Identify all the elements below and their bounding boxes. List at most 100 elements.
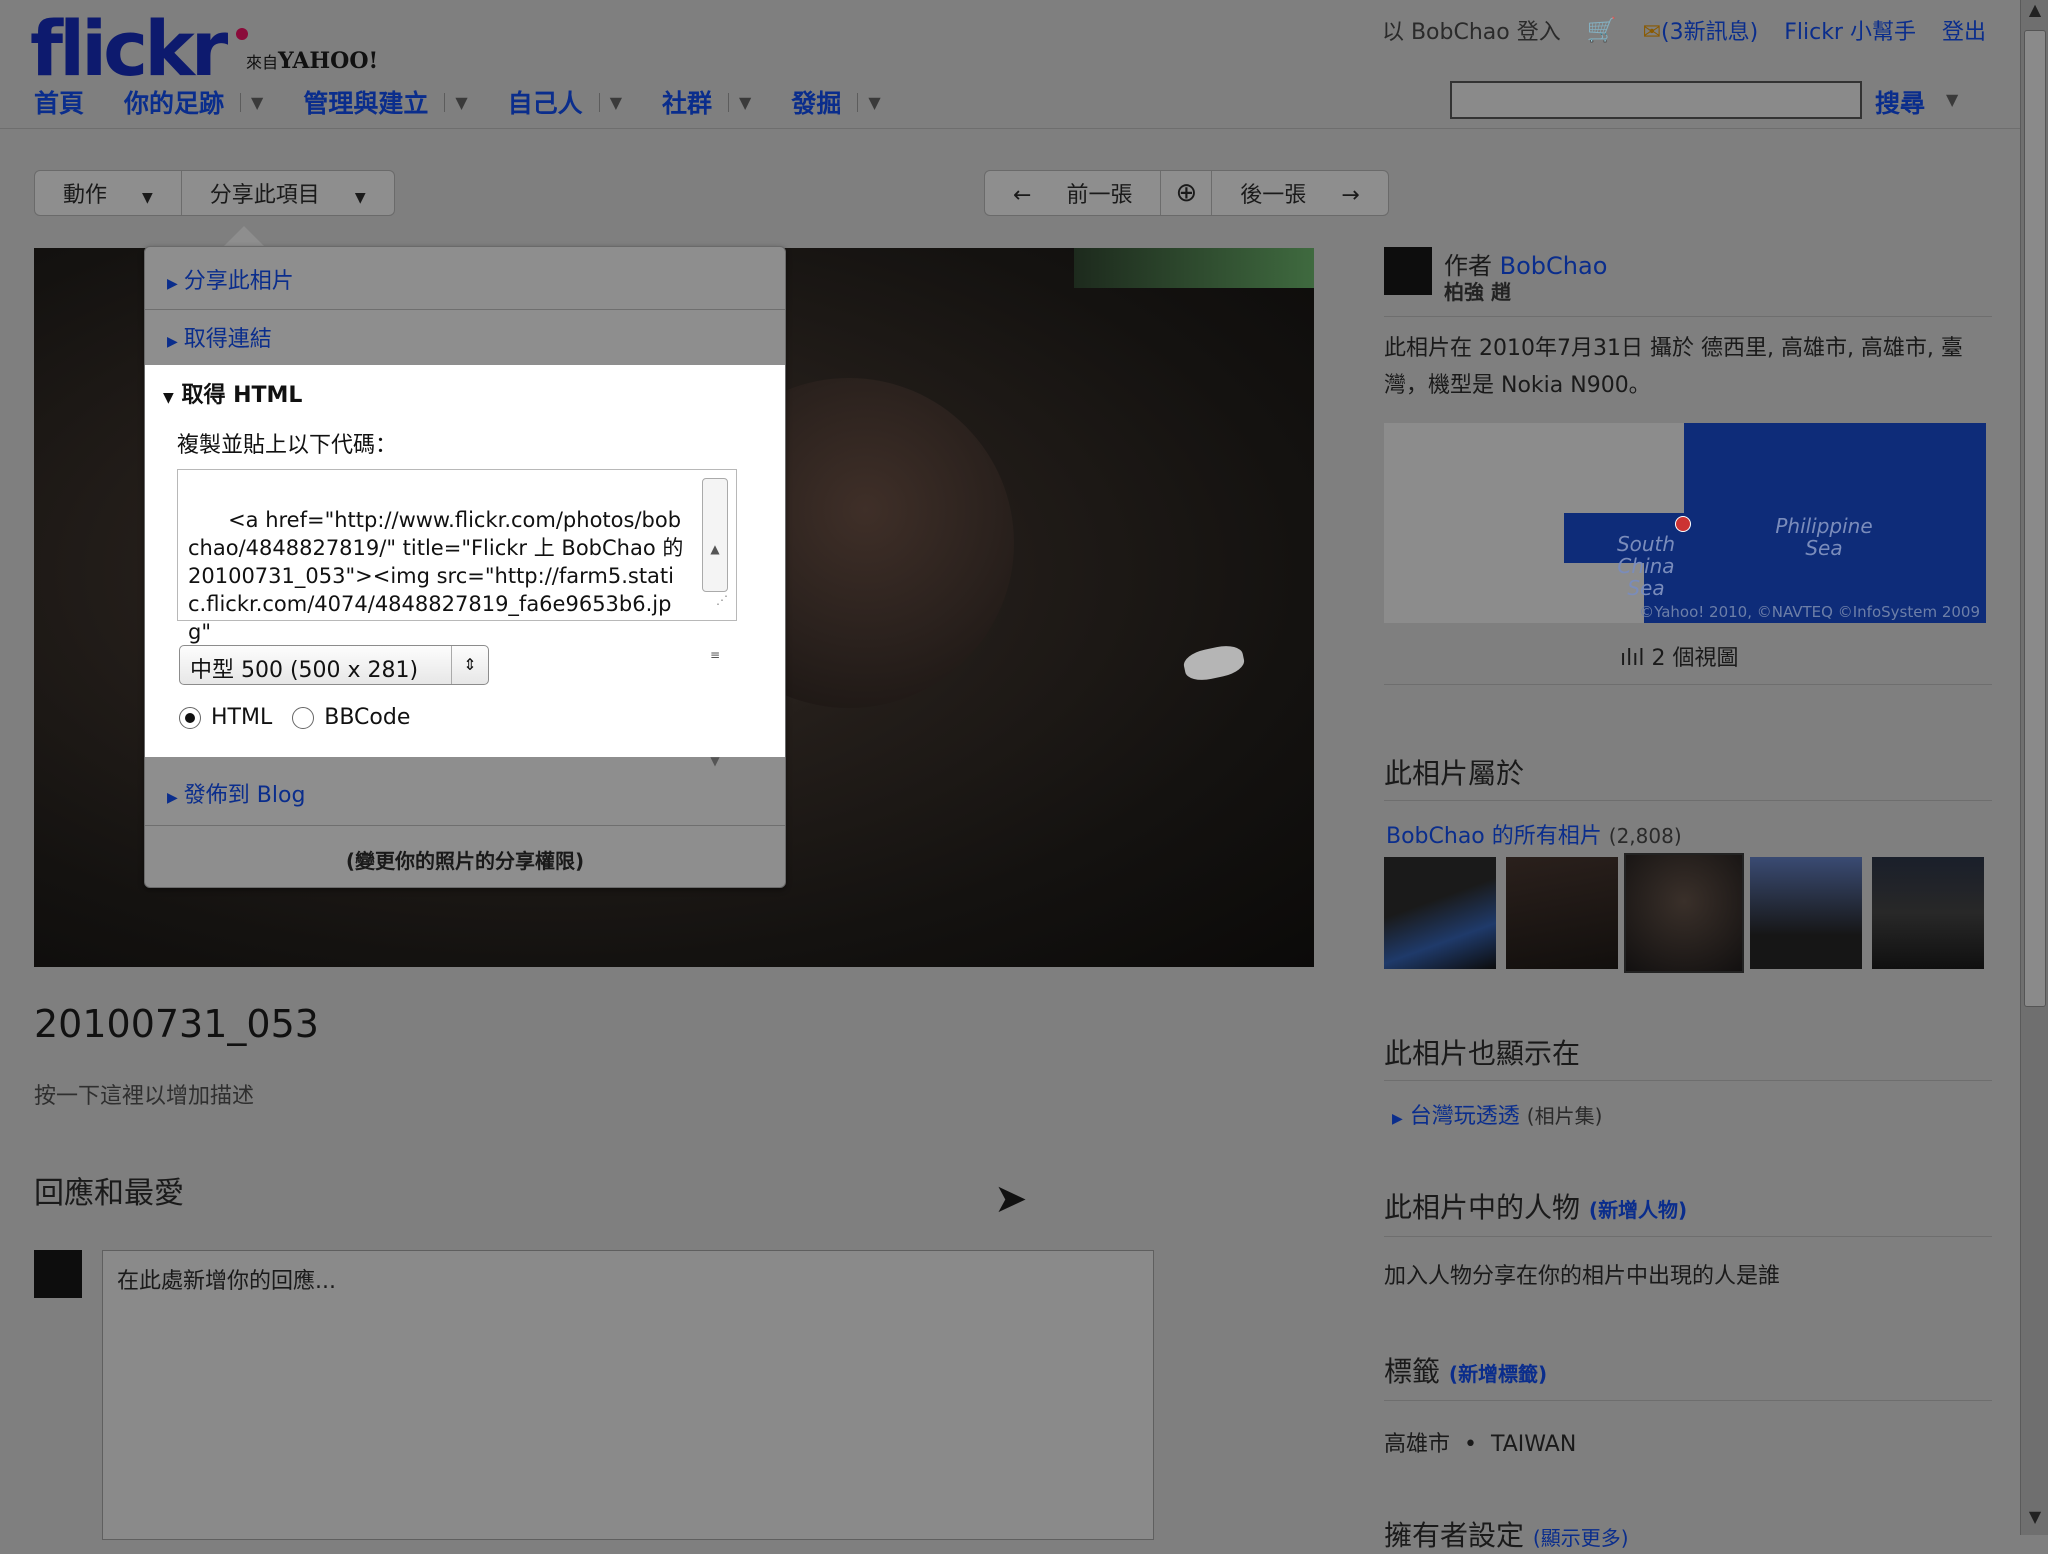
triangle-right-icon: ▶ (167, 334, 178, 350)
photostream-thumb[interactable] (1872, 857, 1984, 969)
messages-link[interactable]: ✉(3新訊息) (1643, 14, 1759, 46)
size-select[interactable]: 中型 500 (500 x 281) ⇕ (179, 645, 489, 685)
header-divider (0, 128, 2020, 129)
user-bar: 以 BobChao 登入 🛒 ✉(3新訊息) Flickr 小幫手 登出 (1382, 14, 1986, 46)
html-code-textarea[interactable]: <a href="http://www.flickr.com/photos/bo… (177, 469, 737, 768)
map-land (1544, 423, 1684, 513)
nav-organize[interactable]: 管理與建立 ▼ (303, 84, 467, 120)
description-prompt[interactable]: 按一下這裡以增加描述 (34, 1078, 254, 1110)
chevron-down-icon[interactable]: ▼ (444, 92, 468, 112)
avatar[interactable] (1384, 247, 1432, 295)
photo-title[interactable]: 20100731_053 (34, 1002, 319, 1046)
owner-heading: 擁有者設定 (1384, 1519, 1525, 1552)
nav-contacts[interactable]: 自己人 ▼ (508, 84, 622, 120)
photostream-line: BobChao 的所有相片 (2,808) (1386, 818, 1682, 850)
mail-icon: ✉ (1642, 20, 1662, 45)
share-photo-row[interactable]: ▶ 分享此相片 (145, 263, 785, 295)
chevron-down-icon[interactable]: ▼ (1946, 90, 1958, 109)
get-link-label: 取得連結 (183, 327, 272, 352)
logout-link[interactable]: 登出 (1942, 14, 1986, 46)
share-panel: ▶ 分享此相片 ▶ 取得連結 ▼ 取得 HTML 複製並貼上以下代碼： <a hre… (144, 246, 786, 888)
tag-item[interactable]: TAIWAN (1491, 1432, 1576, 1457)
divider (1384, 800, 1992, 801)
chevron-down-icon[interactable]: ▼ (598, 92, 622, 112)
chevron-down-icon: ▼ (142, 190, 153, 206)
help-link[interactable]: Flickr 小幫手 (1784, 14, 1916, 46)
page-scrollbar[interactable]: ▲ ▼ (2020, 0, 2048, 1535)
format-radios: HTML BBCode (179, 705, 410, 730)
photo-leaf (1074, 248, 1314, 288)
chevron-down-icon: ▼ (354, 190, 366, 206)
tag-item[interactable]: 高雄市 (1384, 1432, 1450, 1457)
location-marker-icon[interactable] (1675, 516, 1691, 532)
post-blog-label: 發佈到 Blog (183, 783, 306, 808)
textarea-scrollbar[interactable]: ▲ ≡ ▼ (702, 478, 728, 768)
scroll-thumb[interactable] (2024, 30, 2046, 1007)
divider (1384, 1400, 1992, 1401)
actions-button[interactable]: 動作 ▼ (35, 177, 181, 209)
divider (1384, 316, 1992, 317)
get-html-header[interactable]: ▼ 取得 HTML (163, 377, 302, 409)
action-toolbar: 動作 ▼ 分享此項目 ▼ (34, 170, 395, 216)
set-link[interactable]: 台灣玩透透 (1410, 1104, 1520, 1129)
nav-explore[interactable]: 發掘 ▼ (791, 84, 880, 120)
share-button[interactable]: 分享此項目 ▼ (182, 177, 394, 209)
tag-list: 高雄市 • TAIWAN (1384, 1432, 1577, 1457)
scroll-up-icon[interactable]: ▲ (2021, 0, 2048, 28)
author-link[interactable]: BobChao (1500, 252, 1608, 280)
add-tags-link[interactable]: (新增標籤) (1449, 1362, 1547, 1386)
copy-label: 複製並貼上以下代碼： (177, 433, 398, 458)
main-nav: 首頁 你的足跡 ▼ 管理與建立 ▼ 自己人 ▼ 社群 ▼ 發掘 ▼ (34, 84, 921, 120)
get-link-row[interactable]: ▶ 取得連結 (145, 321, 785, 353)
photostream-thumb-current[interactable] (1624, 853, 1744, 973)
nav-groups-label: 社群 (662, 89, 713, 118)
also-heading: 此相片也顯示在 (1384, 1037, 1581, 1070)
nav-you-label: 你的足跡 (124, 89, 225, 118)
taken-info: 此相片在 2010年7月31日 攝於 德西里, 高雄市, 高雄市, 臺灣，機型是… (1384, 336, 1963, 398)
panel-pointer (222, 226, 266, 248)
search-button[interactable]: 搜尋 (1875, 84, 1925, 120)
owner-heading-line: 擁有者設定 (顯示更多) (1384, 1514, 1629, 1554)
next-button[interactable]: 後一張 → (1212, 177, 1387, 209)
chevron-down-icon[interactable]: ▼ (240, 92, 263, 112)
comment-textarea[interactable]: 在此處新增你的回應... (102, 1250, 1154, 1540)
photostream-thumb[interactable] (1384, 857, 1496, 969)
bbcode-radio[interactable] (292, 706, 315, 729)
share-photo-label: 分享此相片 (183, 269, 294, 294)
scroll-grip-icon[interactable]: ≡ (703, 641, 727, 669)
nav-home[interactable]: 首頁 (34, 84, 84, 120)
post-blog-row[interactable]: ▶ 發佈到 Blog (145, 777, 785, 809)
nav-groups[interactable]: 社群 ▼ (662, 84, 751, 120)
add-people-link[interactable]: (新增人物) (1589, 1198, 1687, 1222)
divider (1384, 1236, 1992, 1237)
zoom-icon[interactable]: ⊕ (1161, 178, 1211, 208)
views-count: ılıl 2 個視圖 (1620, 640, 1738, 672)
html-radio[interactable] (179, 706, 201, 729)
arrow-right-icon: → (1341, 183, 1360, 208)
owner-more-link[interactable]: (顯示更多) (1533, 1526, 1629, 1550)
chevron-down-icon[interactable]: ▼ (728, 92, 751, 112)
flickr-logo[interactable]: flickr (30, 4, 228, 93)
photo-highlight (1181, 642, 1247, 684)
prev-button[interactable]: ← 前一張 (985, 177, 1160, 209)
yahoo-text: YAHOO! (278, 48, 379, 74)
triangle-right-icon: ▶ (167, 790, 178, 806)
photostream-link[interactable]: BobChao 的所有相片 (1386, 824, 1602, 849)
photostream-thumb[interactable] (1750, 857, 1862, 969)
search-input[interactable] (1450, 81, 1862, 119)
chevron-down-icon[interactable]: ▼ (857, 92, 881, 112)
photostream-count: (2,808) (1608, 824, 1682, 848)
divider (1384, 684, 1992, 685)
scroll-up-icon[interactable]: ▲ (703, 535, 727, 563)
nav-you[interactable]: 你的足跡 ▼ (124, 84, 263, 120)
resize-handle-icon[interactable]: ⋰ (716, 586, 728, 614)
location-map[interactable]: South China Sea Philippine Sea ©Yahoo! 2… (1384, 423, 1986, 623)
signed-in-label: 以 BobChao 登入 (1381, 20, 1561, 45)
photostream-thumb[interactable] (1506, 857, 1618, 969)
permissions-link[interactable]: (變更你的照片的分享權限) (145, 845, 785, 874)
scroll-down-icon[interactable]: ▼ (2021, 1507, 2048, 1535)
nav-contacts-label: 自己人 (507, 89, 583, 118)
cart-icon[interactable]: 🛒 (1587, 16, 1617, 44)
scroll-down-icon[interactable]: ▼ (703, 747, 727, 775)
yahoo-logo: 來自YAHOO! (246, 48, 378, 74)
